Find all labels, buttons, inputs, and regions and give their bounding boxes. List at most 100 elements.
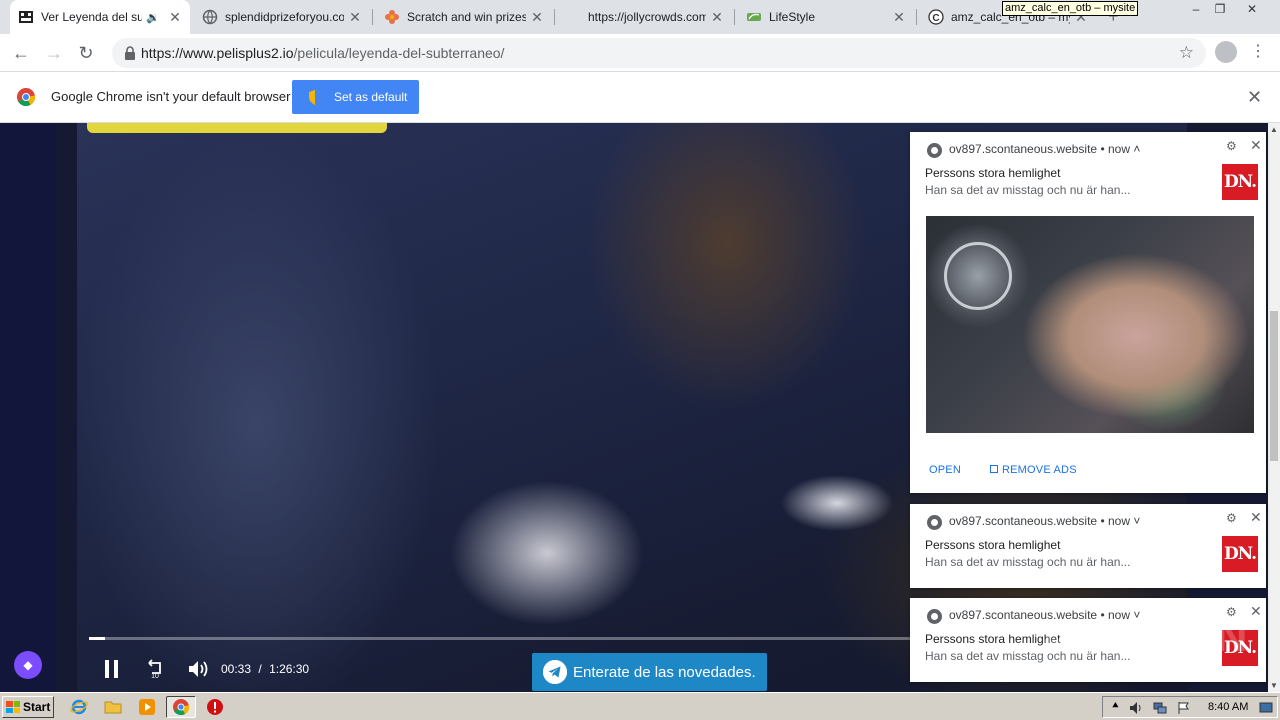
start-button[interactable]: Start: [2, 696, 54, 718]
system-clock[interactable]: 8:40 AM: [1208, 701, 1248, 713]
close-icon[interactable]: ✕: [1250, 137, 1262, 154]
url-host: https://www.pelisplus2.io: [141, 45, 294, 61]
chrome-logo-icon: [17, 88, 36, 107]
tab-separator: [554, 9, 555, 25]
notification-title: Perssons stora hemlighet: [925, 538, 1061, 552]
source-domain: ov897.scontaneous.website: [949, 142, 1098, 156]
mercedes-star-icon: [944, 242, 1012, 310]
time-display: 00:33 / 1:26:30: [221, 662, 309, 676]
close-icon[interactable]: ✕: [1250, 603, 1262, 620]
yellow-banner[interactable]: [87, 123, 387, 133]
tab-separator: [734, 9, 735, 25]
gear-icon[interactable]: ⚙: [1226, 511, 1237, 525]
time-separator: /: [258, 662, 262, 676]
anyrun-watermark: ANY.RUN: [1040, 612, 1250, 661]
bookmark-star-icon[interactable]: ☆: [1179, 43, 1194, 63]
close-icon[interactable]: ✕: [1250, 509, 1262, 526]
dn-logo: DN.: [1222, 164, 1258, 200]
floating-action-icon[interactable]: ◆: [14, 651, 42, 679]
telegram-icon: [543, 660, 567, 684]
remove-ads-button[interactable]: REMOVE ADS: [990, 464, 1077, 476]
infobar-message: Google Chrome isn't your default browser: [51, 89, 291, 104]
chrome-notification-icon: [927, 609, 942, 624]
tab-ver-leyenda[interactable]: Ver Leyenda del subterr 🔉 ✕: [10, 0, 190, 34]
internet-explorer-icon[interactable]: [70, 698, 88, 716]
flag-tray-icon[interactable]: [1177, 701, 1191, 715]
replay-seconds: 10: [151, 673, 159, 680]
forward-arrow-icon[interactable]: →: [41, 40, 67, 66]
set-default-label: Set as default: [334, 90, 408, 104]
media-player-icon[interactable]: [138, 698, 156, 716]
shield-icon: [308, 89, 322, 105]
tab-separator: [372, 9, 373, 25]
window-close-button[interactable]: ✕: [1240, 2, 1264, 16]
show-desktop-icon[interactable]: [1259, 701, 1273, 715]
notification-time: now: [1107, 142, 1130, 156]
tab-splendidprize[interactable]: splendidprizeforyou.com ✕: [194, 0, 370, 34]
maximize-button[interactable]: ❐: [1208, 2, 1232, 16]
close-tab-icon[interactable]: ✕: [892, 9, 906, 26]
default-browser-infobar: Google Chrome isn't your default browser…: [0, 72, 1280, 123]
windows-logo-icon: [6, 701, 20, 713]
c-icon: C: [928, 9, 944, 25]
close-tab-icon[interactable]: ✕: [530, 9, 544, 26]
duration: 1:26:30: [269, 662, 310, 676]
telegram-label: Enterate de las novedades.: [573, 663, 756, 681]
page-scrollbar[interactable]: ▲ ▼: [1268, 123, 1280, 692]
address-bar[interactable]: https://www.pelisplus2.io/pelicula/leyen…: [112, 38, 1206, 68]
back-arrow-icon[interactable]: ←: [8, 40, 34, 66]
lock-icon: [124, 46, 136, 60]
profile-avatar-icon[interactable]: [1215, 41, 1237, 63]
notification-body: Han sa det av misstag och nu är han...: [925, 555, 1131, 569]
gear-icon[interactable]: ⚙: [1226, 139, 1237, 153]
close-tab-icon[interactable]: ✕: [168, 9, 182, 26]
chrome-taskbar-button[interactable]: [166, 696, 196, 718]
checkbox-icon: [990, 465, 998, 473]
speaker-icon[interactable]: 🔉: [146, 11, 160, 24]
folder-icon[interactable]: [104, 698, 122, 716]
current-time: 00:33: [221, 662, 252, 676]
more-menu-icon[interactable]: ⋮: [1250, 41, 1266, 63]
notification-title: Perssons stora hemlighet: [925, 166, 1061, 180]
scroll-thumb[interactable]: [1270, 311, 1278, 461]
notification-collapsed[interactable]: ov897.scontaneous.website • now ˅ ⚙ ✕ Pe…: [910, 504, 1266, 588]
notification-source: ov897.scontaneous.website • now ˄: [949, 142, 1141, 156]
tab-scratch-win[interactable]: Scratch and win prizes e ✕: [376, 0, 552, 34]
remove-ads-label: REMOVE ADS: [1002, 464, 1077, 476]
tab-title: https://jollycrowds.com/: [588, 10, 706, 24]
replay-10-button[interactable]: 10: [144, 658, 166, 680]
scroll-down-arrow-icon[interactable]: ▼: [1270, 681, 1278, 690]
infobar-close-icon[interactable]: ✕: [1247, 87, 1262, 108]
pause-button[interactable]: [105, 660, 119, 678]
left-sidebar-strip: [0, 123, 56, 692]
system-tray: ⯅ 8:40 AM: [1102, 696, 1278, 718]
close-tab-icon[interactable]: ✕: [348, 9, 362, 26]
progress-bar[interactable]: [89, 637, 919, 640]
tray-expand-icon[interactable]: ⯅: [1111, 700, 1120, 713]
open-button[interactable]: OPEN: [929, 464, 961, 476]
minimize-button[interactable]: –: [1184, 2, 1208, 16]
volume-button[interactable]: [187, 659, 211, 679]
replay-icon: 10: [148, 659, 161, 680]
scroll-up-arrow-icon[interactable]: ▲: [1270, 125, 1278, 134]
notification-image: [926, 216, 1254, 433]
tab-lifestyle[interactable]: LifeStyle ✕: [738, 0, 914, 34]
warning-app-icon[interactable]: [206, 698, 224, 716]
reload-icon[interactable]: ↻: [73, 40, 99, 66]
notification-time: now: [1107, 514, 1130, 528]
telegram-subscribe-button[interactable]: Enterate de las novedades.: [532, 653, 767, 691]
leaf-icon: [746, 9, 762, 25]
windows-taskbar: Start ⯅ 8:40 AM: [0, 692, 1280, 720]
close-tab-icon[interactable]: ✕: [710, 9, 724, 26]
speaker-icon: [189, 661, 208, 677]
network-tray-icon[interactable]: [1153, 701, 1167, 715]
tab-jollycrowds[interactable]: https://jollycrowds.com/ ✕: [580, 0, 732, 34]
volume-tray-icon[interactable]: [1129, 701, 1143, 715]
set-as-default-button[interactable]: Set as default: [292, 80, 419, 114]
tab-tooltip: amz_calc_en_otb – mysite: [1002, 1, 1139, 16]
film-icon: [18, 9, 34, 25]
tab-title: Ver Leyenda del subterr: [41, 10, 143, 24]
chrome-notification-icon: [927, 515, 942, 530]
progress-fill: [89, 637, 105, 640]
notification-expanded[interactable]: ov897.scontaneous.website • now ˄ ⚙ ✕ Pe…: [910, 132, 1266, 493]
